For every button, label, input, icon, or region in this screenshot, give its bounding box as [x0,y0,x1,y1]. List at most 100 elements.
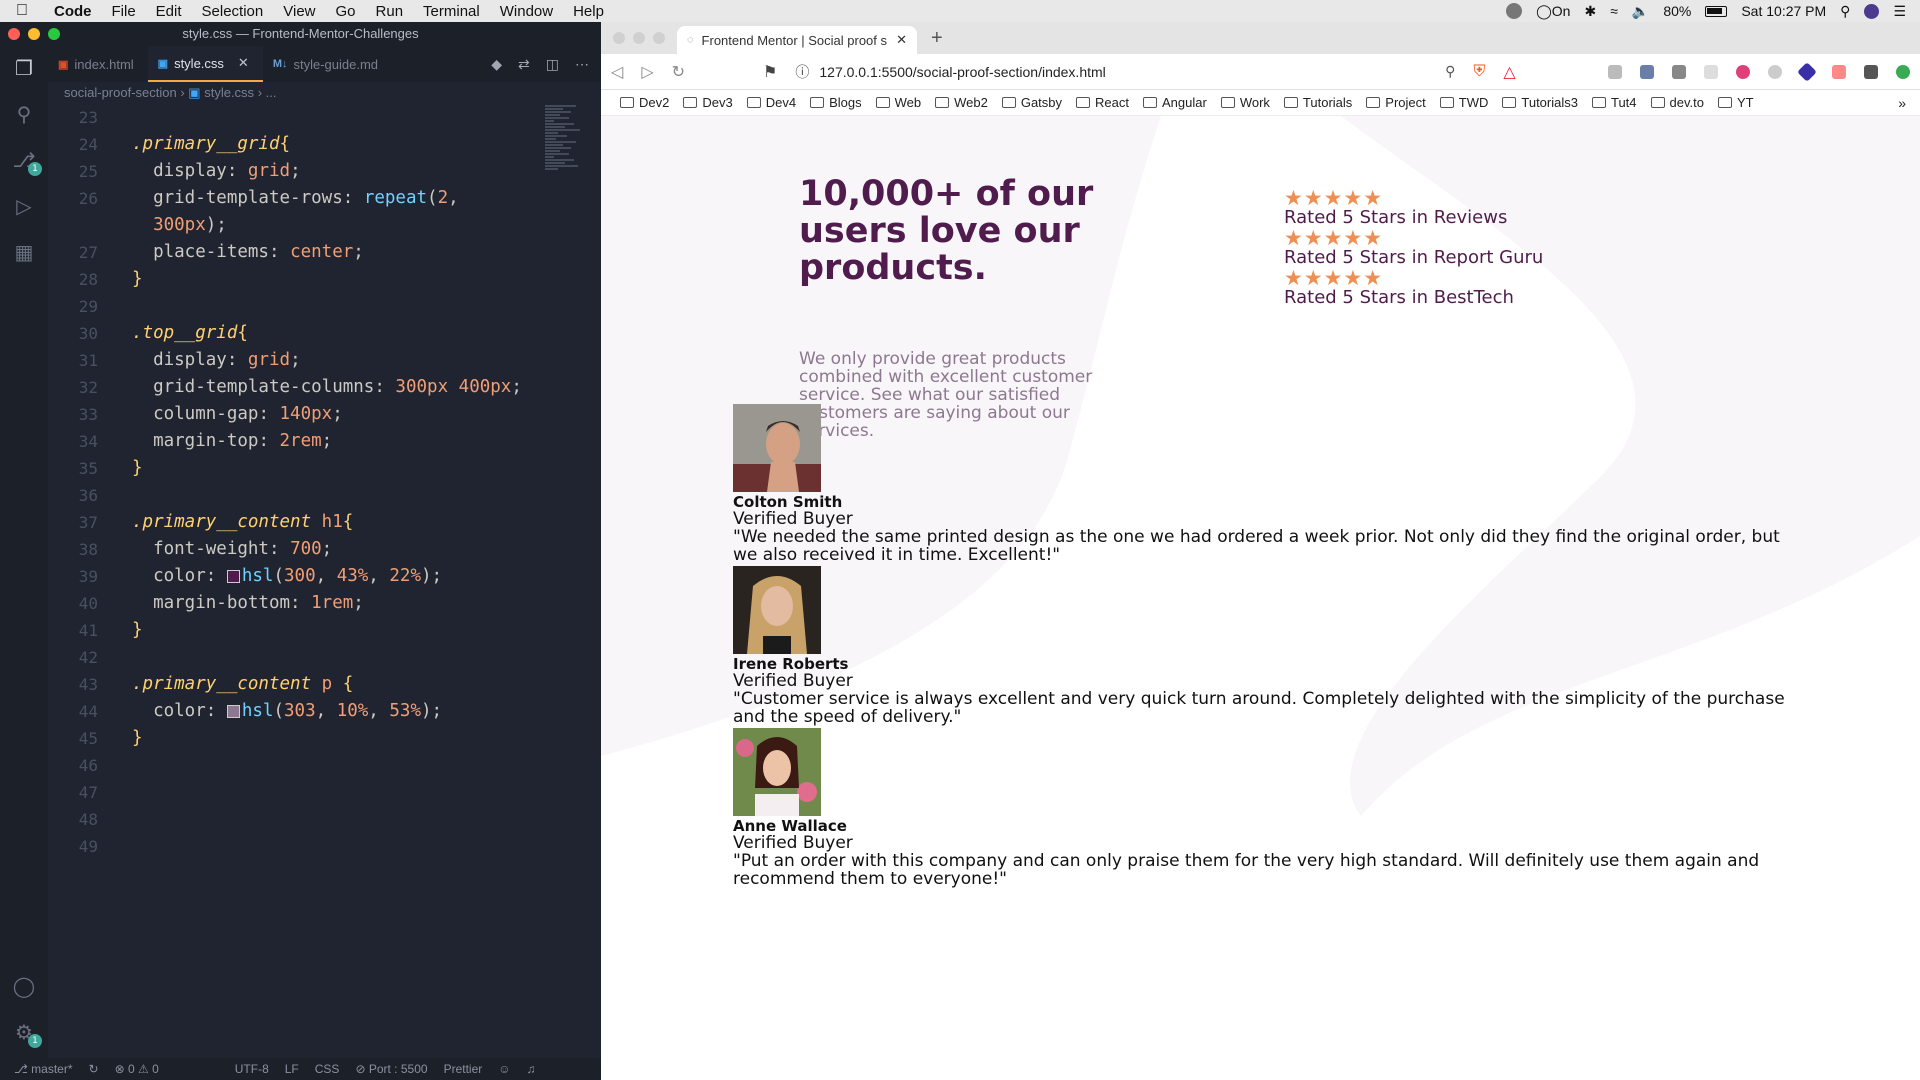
code-text[interactable]: place-items: center; [110,239,364,266]
menu-terminal[interactable]: Terminal [413,3,490,20]
code-text[interactable] [110,752,132,779]
volume-icon[interactable]: 🔈 [1632,3,1649,20]
code-text[interactable]: display: grid; [110,158,301,185]
browser-tab[interactable]: ◌ Frontend Mentor | Social proof s ✕ [677,26,917,54]
zoom-icon[interactable]: ⚲ [1445,63,1455,80]
extension-icon[interactable] [1736,64,1750,79]
code-line[interactable]: 44 color: hsl(303, 10%, 53%); [48,698,548,725]
tab-style-css[interactable]: ▣ style.css ✕ [147,46,263,82]
brave-rewards-icon[interactable]: △ [1503,62,1515,82]
clock[interactable]: Sat 10:27 PM [1741,3,1826,19]
reload-icon[interactable]: ↻ [672,62,685,82]
code-line[interactable]: 47 [48,779,548,806]
code-line[interactable]: 45} [48,725,548,752]
bookmark-folder[interactable]: YT [1711,95,1761,110]
source-control-icon[interactable]: ⎇ 1 [12,148,42,176]
code-text[interactable]: color: hsl(300, 43%, 22%); [110,563,442,590]
bookmark-folder[interactable]: Dev4 [740,95,803,110]
language-status[interactable]: CSS [315,1062,340,1076]
code-line[interactable]: 27 place-items: center; [48,239,548,266]
extension-icon[interactable] [1797,61,1817,82]
gear-icon[interactable]: ⚙ 1 [12,1020,42,1048]
git-branch-status[interactable]: ⎇ master* [14,1062,73,1076]
back-icon[interactable]: ◁ [611,62,623,82]
breadcrumb-rest[interactable]: ... [266,85,277,100]
more-actions-icon[interactable]: ⋯ [575,56,589,73]
menu-selection[interactable]: Selection [192,3,274,20]
bluetooth-icon[interactable]: ✱ [1584,3,1596,20]
code-text[interactable]: } [110,617,143,644]
code-text[interactable] [110,644,132,671]
extension-icon[interactable] [1768,64,1782,79]
run-debug-icon[interactable]: ▷ [12,194,36,218]
minimap[interactable] [545,104,589,464]
extensions-icon[interactable]: ▦ [12,240,36,264]
menu-go[interactable]: Go [326,3,366,20]
code-line[interactable]: 40 margin-bottom: 1rem; [48,590,548,617]
bookmark-folder[interactable]: Tutorials [1277,95,1359,110]
code-text[interactable]: margin-bottom: 1rem; [110,590,364,617]
code-line[interactable]: 23 [48,104,548,131]
code-text[interactable]: grid-template-rows: repeat(2, [110,185,459,212]
bookmark-folder[interactable]: dev.to [1644,95,1711,110]
code-line[interactable]: 26 grid-template-rows: repeat(2, [48,185,548,212]
extension-icon[interactable] [1672,64,1686,79]
close-tab-icon[interactable]: ✕ [896,32,907,48]
menu-window[interactable]: Window [490,3,563,20]
code-line[interactable]: 46 [48,752,548,779]
notifications-icon[interactable]: ♫ [527,1062,536,1076]
bookmark-folder[interactable]: TWD [1433,95,1496,110]
encoding-status[interactable]: UTF-8 [235,1062,269,1076]
battery-percent[interactable]: 80% [1663,3,1691,19]
breadcrumb-file[interactable]: style.css [204,85,254,100]
code-line[interactable]: 33 column-gap: 140px; [48,401,548,428]
code-text[interactable]: grid-template-columns: 300px 400px; [110,374,522,401]
code-line[interactable]: 35} [48,455,548,482]
code-line[interactable]: 30 .top__grid{ [48,320,548,347]
code-line[interactable]: 41} [48,617,548,644]
code-text[interactable]: 300px); [110,212,227,239]
puzzle-icon[interactable] [1864,64,1878,79]
code-text[interactable]: display: grid; [110,347,301,374]
code-text[interactable] [110,779,132,806]
prettier-status[interactable]: Prettier [444,1062,483,1076]
code-line[interactable]: 43 .primary__content p { [48,671,548,698]
code-text[interactable] [110,833,132,860]
bookmark-icon[interactable]: ⚑ [763,62,777,82]
bookmark-folder[interactable]: Blogs [803,95,869,110]
bookmark-folder[interactable]: Gatsby [995,95,1069,110]
forward-icon[interactable]: ▷ [641,62,653,82]
split-editor-icon[interactable]: ◫ [546,56,559,73]
tab-style-guide-md[interactable]: M↓ style-guide.md [263,46,392,82]
menu-run[interactable]: Run [366,3,414,20]
open-changes-icon[interactable]: ⇄ [518,56,530,73]
breadcrumb-folder[interactable]: social-proof-section [64,85,177,100]
zoom-window-button[interactable] [48,28,60,40]
code-text[interactable] [110,104,132,131]
code-text[interactable]: margin-top: 2rem; [110,428,332,455]
bookmark-folder[interactable]: Work [1214,95,1277,110]
bookmarks-overflow-button[interactable]: » [1898,95,1920,111]
bookmark-folder[interactable]: Tutorials3 [1495,95,1585,110]
code-line[interactable]: 38 font-weight: 700; [48,536,548,563]
close-tab-icon[interactable]: ✕ [238,55,249,71]
code-line[interactable]: 25 display: grid; [48,158,548,185]
code-text[interactable] [110,806,132,833]
extension-icon[interactable] [1704,64,1718,79]
search-icon[interactable]: ⚲ [12,102,36,126]
code-text[interactable]: } [110,266,143,293]
control-center-icon[interactable]: ☰ [1893,3,1906,20]
menu-help[interactable]: Help [563,3,614,20]
bookmark-folder[interactable]: Tut4 [1585,95,1644,110]
apple-menu-icon[interactable]:  [0,2,44,20]
menu-app-code[interactable]: Code [44,3,102,20]
extension-icon[interactable] [1608,64,1622,79]
code-line[interactable]: 32 grid-template-columns: 300px 400px; [48,374,548,401]
extension-icon[interactable] [1832,64,1846,79]
code-line[interactable]: 49 [48,833,548,860]
code-line[interactable]: 36 [48,482,548,509]
info-icon[interactable]: ⓘ [795,62,809,82]
wifi-icon[interactable]: ≈ [1610,3,1618,19]
code-line[interactable]: 34 margin-top: 2rem; [48,428,548,455]
browser-zoom-button[interactable] [653,32,665,44]
